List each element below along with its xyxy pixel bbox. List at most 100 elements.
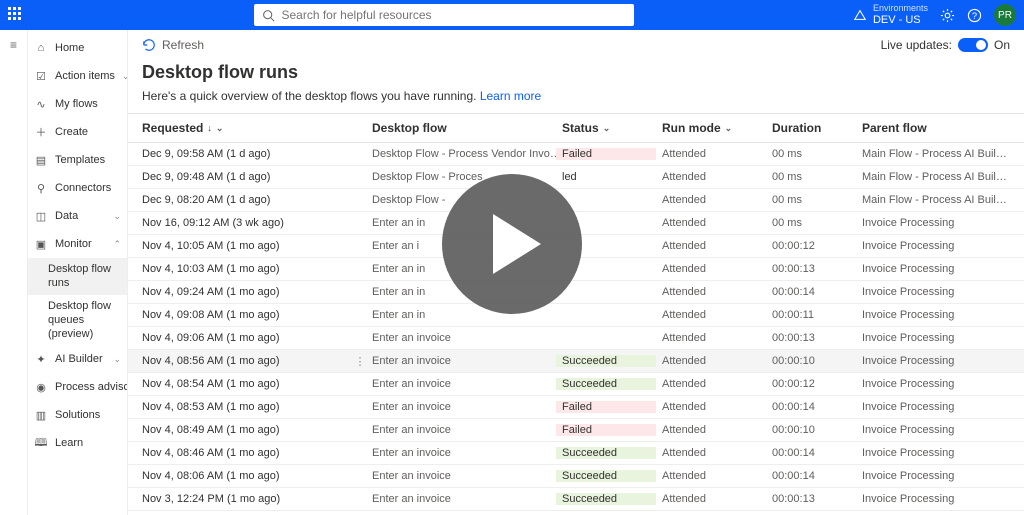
video-play-button[interactable] [442, 174, 582, 314]
nav-process-advisor[interactable]: ◉Process advisor (preview)⌄ [28, 373, 127, 401]
nav-solutions-label: Solutions [55, 409, 100, 421]
page-subtitle: Here's a quick overview of the desktop f… [128, 89, 1024, 113]
table-row[interactable]: Nov 4, 08:46 AM (1 mo ago)Enter an invoi… [128, 442, 1024, 465]
table-row[interactable]: Nov 4, 09:06 AM (1 mo ago)Enter an invoi… [128, 327, 1024, 350]
hamburger-icon[interactable]: ≡ [0, 30, 27, 60]
chevron-down-icon: ⌄ [113, 211, 121, 222]
col-requested[interactable]: Requested↓⌄ [142, 121, 372, 135]
nav-monitor[interactable]: ▣Monitor⌃ [28, 230, 127, 258]
svg-text:?: ? [972, 10, 977, 20]
cell-parent: Invoice Processing [862, 309, 1010, 321]
cell-mode: Attended [662, 332, 772, 344]
nav-connectors-label: Connectors [55, 182, 111, 194]
nav-learn[interactable]: 🕮Learn [28, 429, 127, 457]
cell-requested: Dec 9, 09:48 AM (1 d ago) [142, 171, 372, 183]
nav-create[interactable]: ＋ Create [28, 118, 127, 146]
sort-desc-icon: ↓ [207, 123, 212, 133]
cell-parent: Invoice Processing [862, 447, 1010, 459]
cell-parent: Invoice Processing [862, 286, 1010, 298]
chevron-down-icon: ⌄ [603, 123, 611, 134]
cell-parent: Invoice Processing [862, 378, 1010, 390]
chevron-down-icon: ⌄ [216, 123, 224, 134]
table-row[interactable]: Nov 4, 09:08 AM (1 mo ago)Enter an inAtt… [128, 304, 1024, 327]
table-row[interactable]: Nov 4, 08:53 AM (1 mo ago)Enter an invoi… [128, 396, 1024, 419]
cell-status: led [562, 171, 662, 183]
cell-parent: Main Flow - Process AI Builder Docu... [862, 148, 1010, 160]
page-title: Desktop flow runs [128, 60, 1024, 89]
nav-action-items[interactable]: ☑Action items⌄ [28, 62, 127, 90]
cell-mode: Attended [662, 286, 772, 298]
play-icon [493, 214, 541, 274]
cell-flow: Enter an invoice [372, 378, 562, 390]
row-more-icon[interactable]: ⋮ [352, 355, 368, 368]
app-launcher-icon[interactable] [8, 7, 24, 23]
cell-duration: 00 ms [772, 194, 862, 206]
search-input[interactable] [281, 8, 626, 22]
refresh-button[interactable]: Refresh [142, 38, 204, 52]
nav-connectors[interactable]: ⚲Connectors [28, 174, 127, 202]
environment-picker[interactable]: EnvironmentsDEV - US [853, 4, 928, 26]
help-icon[interactable]: ? [967, 8, 982, 23]
plus-icon: ＋ [34, 125, 48, 139]
subtitle-text: Here's a quick overview of the desktop f… [142, 89, 480, 103]
cell-parent: Invoice Processing [862, 240, 1010, 252]
cell-duration: 00 ms [772, 217, 862, 229]
search-box[interactable] [254, 4, 634, 26]
nav-ai-builder[interactable]: ✦AI Builder⌄ [28, 345, 127, 373]
col-status[interactable]: Status⌄ [562, 121, 662, 135]
nav-action-label: Action items [55, 70, 115, 82]
table-row[interactable]: Nov 3, 12:24 PM (1 mo ago)Enter an invoi… [128, 488, 1024, 511]
flow-icon: ∿ [34, 97, 48, 111]
cell-status: Succeeded [562, 355, 662, 367]
settings-icon[interactable] [940, 8, 955, 23]
cell-requested: Nov 4, 08:49 AM (1 mo ago) [142, 424, 372, 436]
table-row[interactable]: Dec 9, 09:48 AM (1 d ago)Desktop Flow - … [128, 166, 1024, 189]
col-desktop-flow[interactable]: Desktop flow [372, 121, 562, 135]
nav-solutions[interactable]: ▥Solutions [28, 401, 127, 429]
checklist-icon: ☑ [34, 69, 48, 83]
cell-requested: Nov 16, 09:12 AM (3 wk ago) [142, 217, 372, 229]
nav-my-flows[interactable]: ∿My flows [28, 90, 127, 118]
cell-requested: Nov 3, 12:24 PM (1 mo ago) [142, 493, 372, 505]
col-run-mode[interactable]: Run mode⌄ [662, 121, 772, 135]
cell-duration: 00:00:12 [772, 378, 862, 390]
cell-mode: Attended [662, 470, 772, 482]
cell-flow: Enter an invoice [372, 447, 562, 459]
table-row[interactable]: Nov 4, 09:24 AM (1 mo ago)Enter an inAtt… [128, 281, 1024, 304]
table-row[interactable]: Dec 9, 08:20 AM (1 d ago)Desktop Flow -A… [128, 189, 1024, 212]
nav-desktop-flow-runs[interactable]: Desktop flow runs [28, 258, 127, 295]
nav-desktop-flow-queues[interactable]: Desktop flow queues (preview) [28, 295, 127, 346]
col-parent-flow[interactable]: Parent flow [862, 121, 1010, 135]
table-row[interactable]: Nov 4, 08:49 AM (1 mo ago)Enter an invoi… [128, 419, 1024, 442]
nav-home[interactable]: ⌂Home [28, 34, 127, 62]
nav-data[interactable]: ◫Data⌄ [28, 202, 127, 230]
table-row[interactable]: Nov 4, 08:54 AM (1 mo ago)Enter an invoi… [128, 373, 1024, 396]
learn-icon: 🕮 [34, 436, 48, 450]
table-row[interactable]: Nov 4, 08:06 AM (1 mo ago)Enter an invoi… [128, 465, 1024, 488]
nav-home-label: Home [55, 42, 84, 54]
nav-templates[interactable]: ▤Templates [28, 146, 127, 174]
monitor-icon: ▣ [34, 237, 48, 251]
cell-duration: 00:00:14 [772, 447, 862, 459]
cell-duration: 00:00:14 [772, 470, 862, 482]
cell-mode: Attended [662, 493, 772, 505]
cell-parent: Invoice Processing [862, 332, 1010, 344]
cell-status: Succeeded [562, 470, 662, 482]
learn-more-link[interactable]: Learn more [480, 89, 541, 103]
cell-mode: Attended [662, 263, 772, 275]
live-toggle[interactable] [958, 38, 988, 52]
table-row[interactable]: Nov 4, 08:56 AM (1 mo ago)⋮Enter an invo… [128, 350, 1024, 373]
nav-create-label: Create [55, 126, 88, 138]
col-duration[interactable]: Duration [772, 121, 862, 135]
cell-requested: Nov 4, 08:46 AM (1 mo ago) [142, 447, 372, 459]
cell-duration: 00:00:13 [772, 493, 862, 505]
cell-requested: Nov 4, 09:24 AM (1 mo ago) [142, 286, 372, 298]
table-row[interactable]: Dec 9, 09:58 AM (1 d ago)Desktop Flow - … [128, 143, 1024, 166]
nav-queues-label: Desktop flow queues (preview) [48, 299, 121, 342]
cell-mode: Attended [662, 171, 772, 183]
cell-mode: Attended [662, 194, 772, 206]
cell-parent: Main Flow - Process AI Builder Docu... [862, 171, 1010, 183]
avatar[interactable]: PR [994, 4, 1016, 26]
cell-mode: Attended [662, 378, 772, 390]
cell-flow: Enter an invoice [372, 401, 562, 413]
